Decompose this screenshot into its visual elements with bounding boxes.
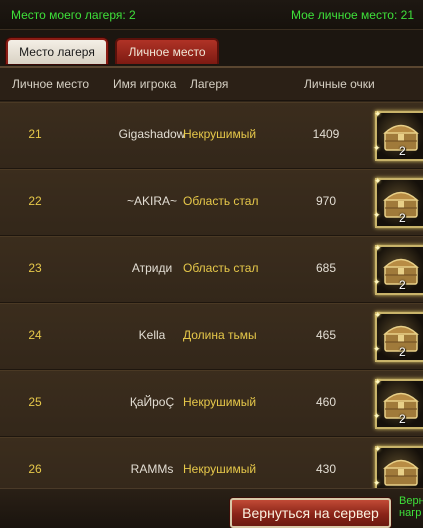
sparkle-icon: ✦ [373, 210, 381, 220]
table-row[interactable]: 21 Gigashadow Некрушимый 1409 ✦ ✦ 2 [0, 102, 423, 169]
row-rank: 25 [28, 395, 42, 409]
reward-slot[interactable]: ✦ ✦ [373, 444, 423, 488]
camp-rank-label: Место моего лагеря: 2 [11, 8, 136, 22]
row-camp-name: Некрушимый [183, 127, 257, 141]
sparkle-icon: ✦ [373, 411, 381, 421]
table-row[interactable]: 24 Kella Долина тьмы 465 ✦ ✦ 2 [0, 303, 423, 370]
reward-slot[interactable]: ✦ ✦ 2 [373, 176, 423, 228]
reward-note: Верн нагр [399, 495, 423, 519]
row-rank: 24 [28, 328, 42, 342]
reward-quantity: 2 [399, 345, 406, 359]
table-header: Личное место Имя игрока Лагеря Личные оч… [0, 68, 423, 101]
top-status-bar: Место моего лагеря: 2 Мое личное место: … [0, 0, 423, 30]
reward-quantity: 2 [399, 412, 406, 426]
sparkle-icon: ✦ [374, 243, 382, 253]
tab-bar: Место лагеря Личное место [0, 30, 423, 66]
row-camp-name: Некрушимый [183, 462, 257, 476]
sparkle-icon: ✦ [374, 109, 382, 119]
bottom-bar: Вернуться на сервер Верн нагр [0, 488, 423, 528]
row-camp-name: Область стал [183, 261, 259, 275]
reward-slot[interactable]: ✦ ✦ 2 [373, 243, 423, 295]
sparkle-icon: ✦ [374, 310, 382, 320]
sparkle-icon: ✦ [373, 277, 381, 287]
row-points: 465 [315, 328, 337, 342]
tab-personal-rank[interactable]: Личное место [115, 38, 219, 64]
reward-quantity: 2 [399, 278, 406, 292]
column-header-player: Имя игрока [113, 77, 177, 91]
row-camp-name: Область стал [183, 194, 259, 208]
reward-slot[interactable]: ✦ ✦ 2 [373, 109, 423, 161]
table-row[interactable]: 26 RAMMs Некрушимый 430 ✦ ✦ [0, 437, 423, 488]
sparkle-icon: ✦ [373, 143, 381, 153]
sparkle-icon: ✦ [374, 444, 382, 454]
ranking-table[interactable]: Личное место Имя игрока Лагеря Личные оч… [0, 66, 423, 488]
table-row[interactable]: 22 ~AKIRA~ Область стал 970 ✦ ✦ 2 [0, 169, 423, 236]
sparkle-icon: ✦ [373, 478, 381, 488]
sparkle-icon: ✦ [374, 377, 382, 387]
column-header-camp: Лагеря [190, 77, 229, 91]
reward-note-line1: Верн [399, 495, 423, 507]
row-rank: 21 [28, 127, 42, 141]
return-to-server-button[interactable]: Вернуться на сервер [230, 498, 391, 528]
row-points: 460 [315, 395, 337, 409]
column-header-rank: Личное место [12, 77, 90, 91]
row-points: 1409 [312, 127, 340, 141]
row-points: 430 [315, 462, 337, 476]
reward-note-line2: нагр [399, 507, 422, 519]
reward-slot[interactable]: ✦ ✦ 2 [373, 310, 423, 362]
reward-quantity: 2 [399, 211, 406, 225]
table-row[interactable]: 23 Атриди Область стал 685 ✦ ✦ 2 [0, 236, 423, 303]
row-rank: 23 [28, 261, 42, 275]
personal-rank-label: Мое личное место: 21 [290, 8, 414, 22]
sparkle-icon: ✦ [374, 176, 382, 186]
row-rank: 26 [28, 462, 42, 476]
reward-slot[interactable]: ✦ ✦ 2 [373, 377, 423, 429]
row-camp-name: Долина тьмы [183, 328, 257, 342]
row-points: 970 [315, 194, 337, 208]
row-points: 685 [315, 261, 337, 275]
tab-camp-rank[interactable]: Место лагеря [6, 38, 108, 64]
reward-quantity: 2 [399, 144, 406, 158]
column-header-points: Личные очки [304, 77, 375, 91]
row-rank: 22 [28, 194, 42, 208]
table-row[interactable]: 25 ҚаЙроÇ Некрушимый 460 ✦ ✦ 2 [0, 370, 423, 437]
sparkle-icon: ✦ [373, 344, 381, 354]
row-camp-name: Некрушимый [183, 395, 257, 409]
